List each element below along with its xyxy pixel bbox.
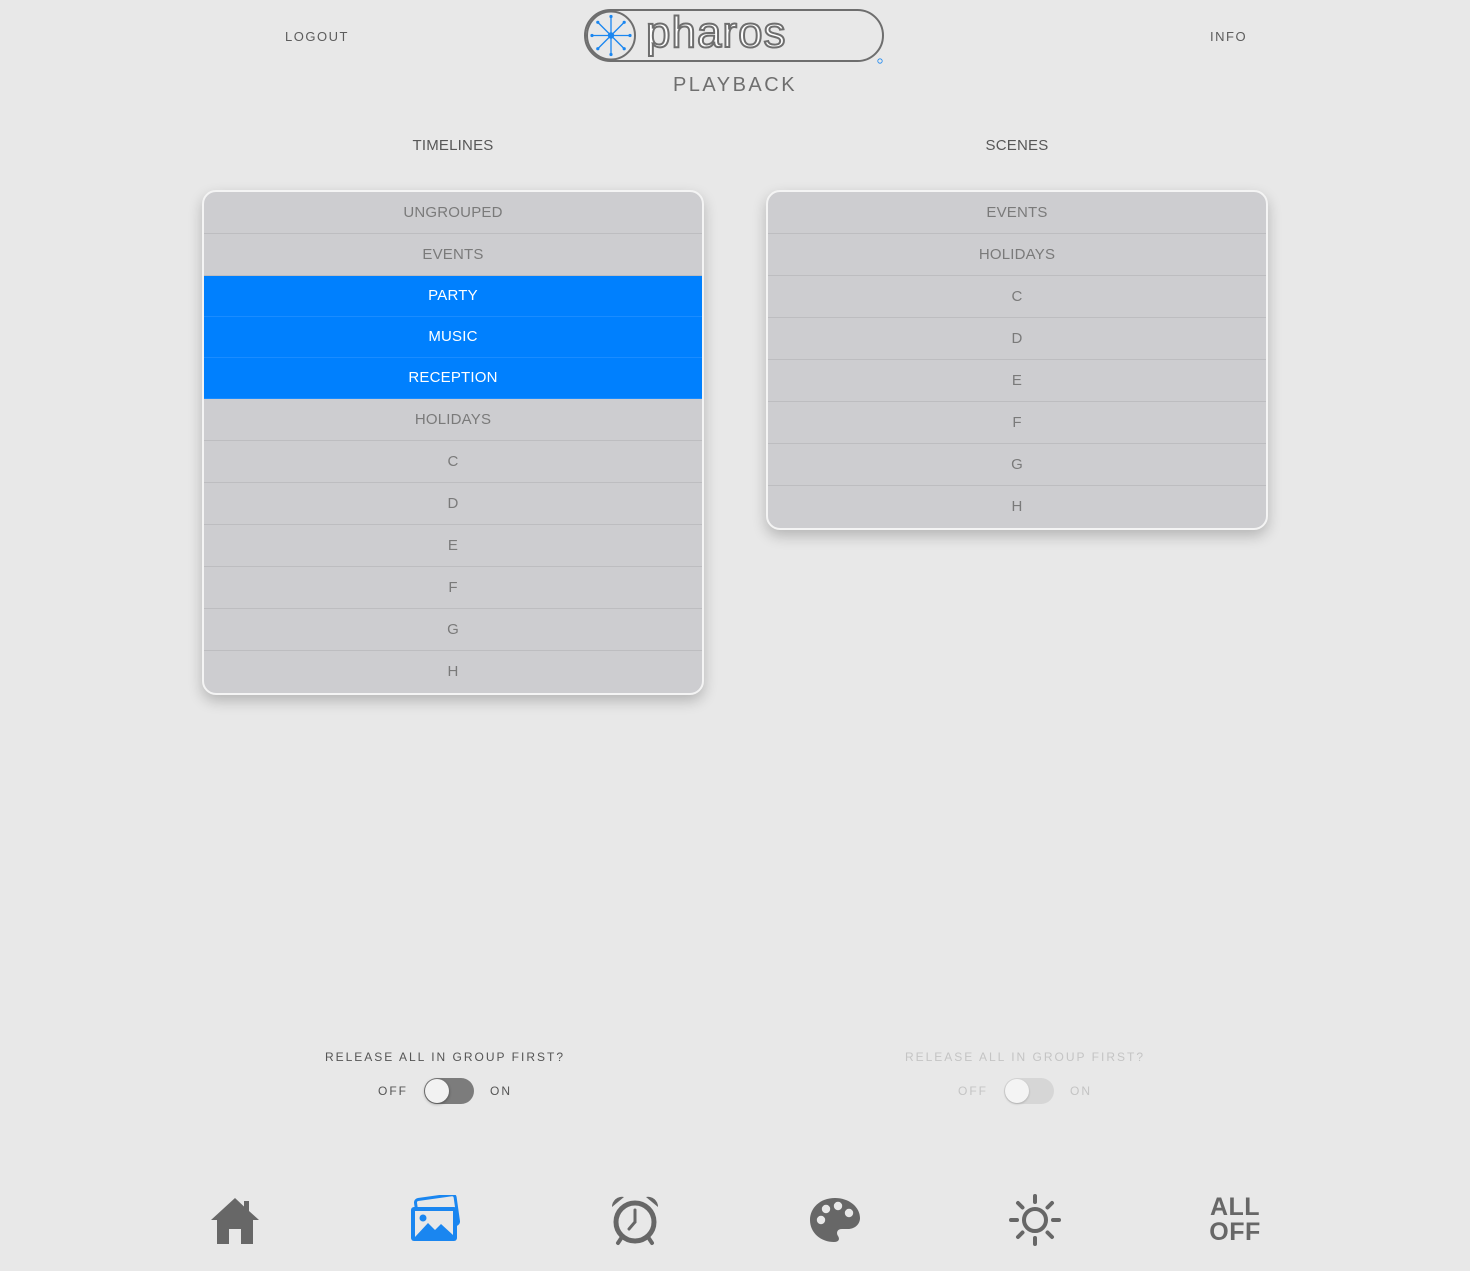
pharos-logo: pharos bbox=[584, 9, 884, 64]
toggle-off-label: OFF bbox=[378, 1084, 408, 1098]
scene-item[interactable]: H bbox=[768, 486, 1266, 528]
scene-item[interactable]: D bbox=[768, 318, 1266, 360]
nav-home-button[interactable] bbox=[207, 1192, 263, 1248]
nav-schedule-button[interactable] bbox=[607, 1192, 663, 1248]
toggle-on-label: ON bbox=[1070, 1084, 1092, 1098]
scene-item[interactable]: G bbox=[768, 444, 1266, 486]
timeline-item[interactable]: H bbox=[204, 651, 702, 693]
timeline-item[interactable]: E bbox=[204, 525, 702, 567]
playback-page: LOGOUT INFO pharos PLAYBACK TIMELINES UN… bbox=[0, 0, 1470, 1271]
timeline-item[interactable]: MUSIC bbox=[204, 317, 702, 358]
release-toggle-label: RELEASE ALL IN GROUP FIRST? bbox=[324, 1050, 566, 1064]
timeline-item[interactable]: EVENTS bbox=[204, 234, 702, 276]
nav-playback-button[interactable] bbox=[407, 1192, 463, 1248]
scenes-release-toggle-block: RELEASE ALL IN GROUP FIRST? OFF ON bbox=[875, 1050, 1175, 1104]
timelines-list: UNGROUPED EVENTS PARTY MUSIC RECEPTION HOLIDA… bbox=[202, 190, 704, 695]
nav-intensity-button[interactable] bbox=[1007, 1192, 1063, 1248]
switch-knob bbox=[425, 1079, 449, 1103]
home-icon bbox=[211, 1198, 259, 1244]
all-off-label: ALL OFF bbox=[1209, 1195, 1261, 1245]
scenes-release-switch[interactable] bbox=[1004, 1078, 1054, 1104]
info-link[interactable]: INFO bbox=[1210, 29, 1247, 44]
timeline-item[interactable]: G bbox=[204, 609, 702, 651]
scene-item[interactable]: EVENTS bbox=[768, 192, 1266, 234]
all-off-line2: OFF bbox=[1209, 1218, 1261, 1246]
all-off-line1: ALL bbox=[1209, 1193, 1261, 1221]
timeline-item[interactable]: UNGROUPED bbox=[204, 192, 702, 234]
timeline-item[interactable]: D bbox=[204, 483, 702, 525]
page-subtitle: PLAYBACK bbox=[672, 74, 798, 96]
scene-item[interactable]: C bbox=[768, 276, 1266, 318]
starburst-icon bbox=[590, 14, 632, 57]
timelines-release-switch[interactable] bbox=[424, 1078, 474, 1104]
nav-color-button[interactable] bbox=[807, 1192, 863, 1248]
release-toggle-label: RELEASE ALL IN GROUP FIRST? bbox=[904, 1050, 1146, 1064]
scene-item[interactable]: E bbox=[768, 360, 1266, 402]
timeline-item[interactable]: PARTY bbox=[204, 276, 702, 317]
timelines-release-toggle-block: RELEASE ALL IN GROUP FIRST? OFF ON bbox=[295, 1050, 595, 1104]
toggle-on-label: ON bbox=[490, 1084, 512, 1098]
images-icon bbox=[411, 1195, 461, 1241]
scenes-title: SCENES bbox=[985, 137, 1049, 154]
switch-knob bbox=[1005, 1079, 1029, 1103]
sun-icon bbox=[1009, 1194, 1061, 1246]
toggle-off-label: OFF bbox=[958, 1084, 988, 1098]
scenes-list: EVENTS HOLIDAYS C D E F G H bbox=[766, 190, 1268, 530]
scene-item[interactable]: HOLIDAYS bbox=[768, 234, 1266, 276]
timeline-item[interactable]: C bbox=[204, 441, 702, 483]
palette-icon bbox=[810, 1198, 860, 1242]
all-off-button[interactable]: ALL OFF bbox=[1205, 1192, 1265, 1248]
timeline-item[interactable]: F bbox=[204, 567, 702, 609]
scene-item[interactable]: F bbox=[768, 402, 1266, 444]
timeline-item[interactable]: HOLIDAYS bbox=[204, 399, 702, 441]
logo-wordmark: pharos bbox=[646, 9, 787, 57]
logout-link[interactable]: LOGOUT bbox=[285, 29, 349, 44]
alarm-clock-icon bbox=[611, 1196, 659, 1245]
timeline-item[interactable]: RECEPTION bbox=[204, 358, 702, 399]
timelines-title: TIMELINES bbox=[412, 137, 494, 154]
